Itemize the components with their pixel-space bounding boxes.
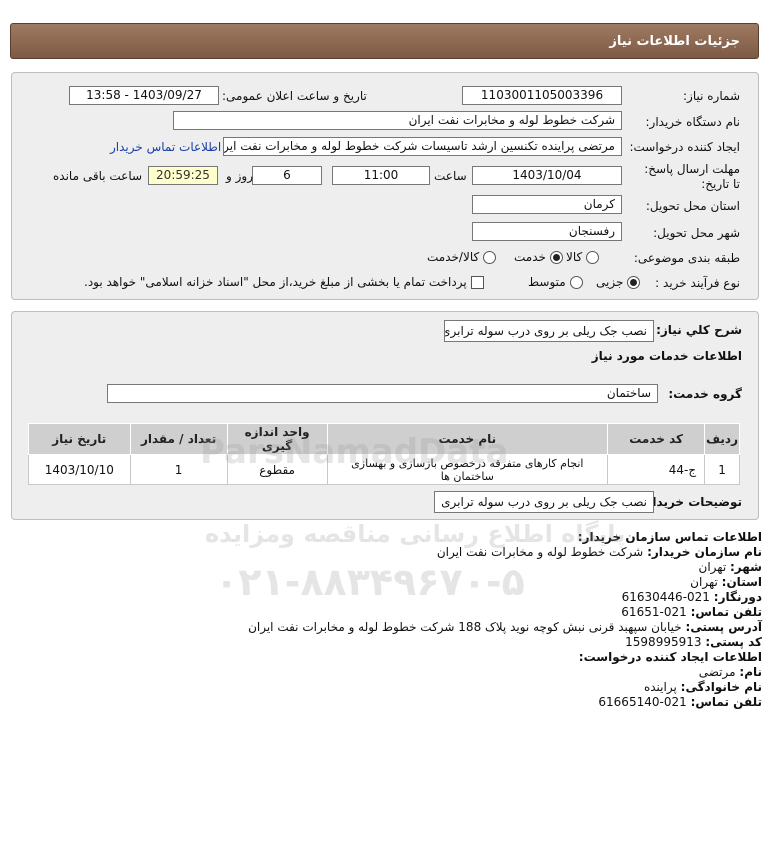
province-label: استان محل تحویل: (645, 199, 740, 213)
announce-datetime-field: 1403/09/27 - 13:58 (69, 86, 219, 105)
name-value: مرتضی (698, 665, 736, 679)
days-field: 6 (252, 166, 322, 185)
unit: مقطوع (226, 454, 328, 485)
address-label: آدرس پستی: (685, 620, 762, 634)
row-number: 1 (704, 454, 740, 485)
family-row: نام خانوادگی: پراینده (248, 680, 762, 695)
category-label: طبقه بندی موضوعی: (633, 251, 740, 265)
description-label: شرح کلي نياز: (656, 323, 742, 337)
creator-phone-row: تلفن تماس: 021-61665140 (248, 695, 762, 710)
name-label: نام: (739, 665, 762, 679)
radio-icon[interactable] (483, 251, 497, 264)
radio-selected-icon[interactable] (627, 276, 641, 289)
service-name: انجام کارهای متفرقه درخصوص بازسازی و بهس… (326, 454, 609, 485)
col-code-header: کد خدمت (607, 423, 706, 455)
process-medium-label: متوسط (528, 275, 566, 289)
process-option-medium[interactable]: متوسط (528, 275, 583, 289)
category-option-goods[interactable]: کالا (566, 250, 600, 264)
province-row: استان: تهران (248, 575, 762, 590)
deadline-date-field: 1403/10/04 (472, 166, 622, 185)
process-option-minor[interactable]: جزیی (596, 275, 641, 289)
address-row: آدرس پستی: خیابان سپهبد قرنی نبش کوچه نو… (248, 620, 762, 635)
family-value: پراینده (643, 680, 677, 694)
col-unit-header: واحد اندازه گیری (226, 423, 328, 455)
table-row: 1 ج-44 انجام کارهای متفرقه درخصوص بازساز… (28, 454, 740, 485)
contact-city-label: شهر: (730, 560, 762, 574)
col-qty-header: تعداد / مقدار (129, 423, 228, 455)
service-group-label: گروه خدمت: (668, 387, 742, 401)
fax-row: دورنگار: 021-61630446 (248, 590, 762, 605)
need-number-field: 1103001105003396 (462, 86, 622, 105)
org-value: شرکت خطوط لوله و مخابرات نفت ایران (436, 545, 644, 559)
need-summary-panel (11, 311, 759, 520)
days-label: روز و (226, 169, 253, 183)
creator-contact-title: اطلاعات ایجاد کننده درخواست: (578, 650, 762, 664)
treasury-payment-option[interactable]: پرداخت تمام یا بخشی از مبلغ خرید،از محل … (84, 275, 484, 289)
announce-label: تاریخ و ساعت اعلان عمومی: (222, 89, 367, 103)
description-field: نصب جک ریلی بر روی درب سوله ترابری (444, 320, 654, 342)
deadline-time-field: 11:00 (332, 166, 430, 185)
contact-province-label: استان: (721, 575, 762, 589)
table-header-row: ردیف کد خدمت نام خدمت واحد اندازه گیری ت… (28, 423, 740, 455)
buyer-org-label: نام دستگاه خریدار: (645, 115, 741, 129)
process-label: نوع فرآیند خرید : (655, 276, 740, 290)
contact-city-value: تهران (698, 560, 727, 574)
city-row: شهر: تهران (248, 560, 762, 575)
contact-province-value: تهران (690, 575, 718, 589)
buyer-org-row: نام سازمان خریدار: شرکت خطوط لوله و مخاب… (248, 545, 762, 560)
radio-icon[interactable] (569, 276, 583, 289)
phone-label: تلفن تماس: (690, 605, 762, 619)
col-name-header: نام خدمت (326, 423, 609, 455)
radio-selected-icon[interactable] (549, 251, 563, 264)
buyer-notes-field: نصب جک ریلی بر روی درب سوله ترابری (434, 491, 654, 513)
quantity: 1 (129, 454, 228, 485)
treasury-payment-note: پرداخت تمام یا بخشی از مبلغ خرید،از محل … (84, 275, 467, 289)
buyer-contact-title: اطلاعات تماس سازمان خریدار: (577, 530, 762, 544)
remaining-time-field: 20:59:25 (148, 166, 218, 185)
radio-icon[interactable] (586, 251, 600, 264)
fax-value: 021-61630446 (621, 590, 710, 604)
process-minor-label: جزیی (596, 275, 624, 289)
category-service-label: خدمت (514, 250, 546, 264)
category-option-service[interactable]: خدمت (514, 250, 563, 264)
phone-value: 021-61651 (621, 605, 687, 619)
postal-value: 1598995913 (625, 635, 702, 649)
need-date: 1403/10/10 (28, 454, 131, 485)
creator-phone-label: تلفن تماس: (690, 695, 762, 709)
col-row-header: ردیف (704, 423, 740, 455)
city-label: شهر محل تحویل: (653, 226, 740, 240)
phone-row: تلفن تماس: 021-61651 (248, 605, 762, 620)
name-row: نام: مرتضی (248, 665, 762, 680)
page-title: جزئیات اطلاعات نیاز (609, 34, 740, 49)
creator-phone-value: 021-61665140 (598, 695, 687, 709)
page-header: جزئیات اطلاعات نیاز (10, 23, 759, 59)
creator-label: ایجاد کننده درخواست: (629, 140, 740, 154)
city-field: رفسنجان (472, 222, 622, 241)
need-number-label: شماره نیاز: (683, 89, 740, 103)
org-label: نام سازمان خریدار: (647, 545, 762, 559)
deadline-time-label: ساعت (434, 169, 467, 183)
category-goods-service-label: کالا/خدمت (427, 250, 480, 264)
col-date-header: تاریخ نیاز (28, 423, 131, 455)
province-field: کرمان (472, 195, 622, 214)
postal-label: کد پستی: (705, 635, 762, 649)
buyer-contact-section: اطلاعات تماس سازمان خریدار: نام سازمان خ… (248, 530, 762, 710)
service-code: ج-44 (607, 454, 706, 485)
creator-field: مرتضی پراینده تکنسین ارشد تاسیسات شرکت خ… (223, 137, 622, 156)
remaining-label: ساعت باقی مانده (53, 169, 143, 183)
category-goods-label: کالا (566, 250, 583, 264)
postal-row: کد پستی: 1598995913 (248, 635, 762, 650)
services-table: ردیف کد خدمت نام خدمت واحد اندازه گیری ت… (28, 423, 740, 485)
fax-label: دورنگار: (713, 590, 762, 604)
category-option-goods-service[interactable]: کالا/خدمت (427, 250, 497, 264)
family-label: نام خانوادگی: (680, 680, 762, 694)
buyer-org-field: شرکت خطوط لوله و مخابرات نفت ایران (173, 111, 622, 130)
buyer-notes-label: توضیحات خریدار: (640, 495, 742, 509)
buyer-contact-link[interactable]: اطلاعات تماس خریدار (110, 140, 221, 154)
service-group-field: ساختمان (107, 384, 658, 403)
deadline-label: مهلت ارسال پاسخ: تا تاریخ: (644, 162, 740, 191)
checkbox-icon[interactable] (470, 276, 484, 289)
services-title: اطلاعات خدمات مورد نیاز (591, 349, 742, 363)
address-value: خیابان سپهبد قرنی نبش کوچه نوید پلاک 188… (248, 620, 682, 634)
